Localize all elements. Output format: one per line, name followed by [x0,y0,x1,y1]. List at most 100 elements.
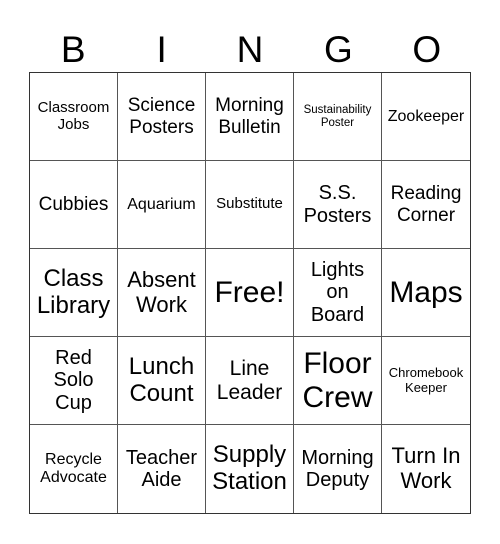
cell-text-line: Teacher [125,446,198,469]
cell-text-line: Bulletin [218,116,281,138]
cell-label: S.S. Posters [304,182,372,227]
bingo-cell[interactable]: Absent Work [118,249,206,337]
cell-text-line: Advocate [40,469,107,486]
cell-text-line: Crew [302,380,373,414]
cell-text-line: Sustainability [303,103,372,116]
bingo-cell[interactable]: Substitute [206,161,294,249]
cell-text-line: Maps [389,275,463,309]
bingo-cell[interactable]: Morning Bulletin [206,73,294,161]
cell-text-line: on [326,281,349,304]
cell-label: Absent Work [127,266,196,317]
bingo-cell[interactable]: Lights on Board [294,249,382,337]
cell-text-line: Floor [303,346,372,380]
header-letter-g: G [323,29,353,70]
bingo-cell[interactable]: Line Leader [206,337,294,425]
cell-text-line: Station [212,468,287,495]
cell-label: Supply Station [212,441,287,496]
cell-text-line: Supply [212,441,287,469]
cell-text-line: Aquarium [127,195,196,213]
bingo-cell[interactable]: Reading Corner [382,161,470,249]
bingo-card-grid: Classroom Jobs Science Posters Morning Bull… [29,72,471,514]
cell-text-line: Posters [129,116,194,138]
header-letter-i: I [156,29,167,70]
cell-text-line: Aide [141,469,182,491]
cell-label: Sustainability Poster [304,104,372,130]
cell-label: Recycle Advocate [40,451,107,487]
bingo-cell[interactable]: Cubbies [30,161,118,249]
cell-text-line: Cup [55,391,92,414]
cell-text-line: Substitute [216,195,283,213]
cell-text-line: Corner [396,204,456,226]
bingo-cell[interactable]: Teacher Aide [118,425,206,513]
cell-text-line: Red [55,346,92,369]
cell-label: Maps [389,276,462,310]
header-letter-n: N [236,29,264,70]
cell-text-line: Poster [320,116,355,129]
header-letter-o: O [412,29,442,70]
cell-label: Teacher Aide [126,447,197,492]
bingo-cell[interactable]: Aquarium [118,161,206,249]
cell-text-line: Posters [303,204,372,227]
cell-label: Zookeeper [388,108,465,126]
cell-text-line: Count [129,379,194,407]
bingo-cell[interactable]: Recycle Advocate [30,425,118,513]
bingo-header: B I N G O [29,28,471,72]
cell-text-line: Leader [216,380,283,404]
cell-text-line: S.S. [318,182,357,205]
cell-label: Cubbies [39,194,109,215]
bingo-cell[interactable]: Maps [382,249,470,337]
cell-label: Class Library [37,264,110,320]
bingo-cell[interactable]: Turn In Work [382,425,470,513]
bingo-cell[interactable]: Chromebook Keeper [382,337,470,425]
cell-label: Morning Deputy [301,447,373,492]
cell-label: Red Solo Cup [53,347,93,414]
cell-text-line: Keeper [405,379,447,395]
header-letter-b: B [60,29,86,70]
cell-text-line: Chromebook [388,364,464,380]
cell-label: Lights on Board [311,259,364,326]
bingo-cell[interactable]: Supply Station [206,425,294,513]
cell-label: Lunch Count [128,352,195,408]
cell-text-line: Lights [310,258,365,281]
cell-text-line: Absent [127,266,196,292]
bingo-cell[interactable]: Sustainability Poster [294,73,382,161]
bingo-cell[interactable]: S.S. Posters [294,161,382,249]
cell-text-line: Cubbies [38,193,109,215]
cell-text-line: Morning [301,446,374,469]
cell-label: Substitute [216,195,283,213]
cell-text-line: Recycle [45,451,102,469]
bingo-cell[interactable]: Morning Deputy [294,425,382,513]
cell-text-line: Deputy [305,469,370,491]
cell-label: Aquarium [127,196,195,214]
cell-text-line: Reading [390,183,462,205]
bingo-cell[interactable]: Class Library [30,249,118,337]
cell-text-line: Work [400,468,452,493]
cell-text-line: Zookeeper [387,107,465,125]
bingo-cell[interactable]: Zookeeper [382,73,470,161]
cell-text-line: Class [43,264,104,292]
cell-text-line: Morning [215,95,284,117]
cell-label: Classroom Jobs [37,98,110,134]
cell-label: Floor Crew [302,347,372,414]
cell-label: Turn In Work [392,444,461,493]
cell-label: Science Posters [128,95,196,138]
cell-label: Line Leader [217,357,282,404]
cell-text-line: Solo [53,369,94,392]
cell-label: Free! [214,276,284,310]
cell-text-line: Line [229,356,270,380]
bingo-cell[interactable]: Classroom Jobs [30,73,118,161]
bingo-cell[interactable]: Lunch Count [118,337,206,425]
cell-text-line: Turn In [391,443,461,469]
cell-label: Chromebook Keeper [388,364,464,395]
cell-label: Morning Bulletin [215,95,284,138]
cell-label: Reading Corner [391,183,462,226]
bingo-cell[interactable]: Science Posters [118,73,206,161]
cell-text-line: Classroom [37,98,110,116]
cell-text-line: Jobs [57,115,90,133]
cell-text-line: Board [310,303,365,326]
bingo-cell[interactable]: Red Solo Cup [30,337,118,425]
cell-text-line: Work [136,291,187,317]
bingo-free-cell[interactable]: Free! [206,249,294,337]
cell-text-line: Lunch [128,352,195,380]
bingo-cell[interactable]: Floor Crew [294,337,382,425]
